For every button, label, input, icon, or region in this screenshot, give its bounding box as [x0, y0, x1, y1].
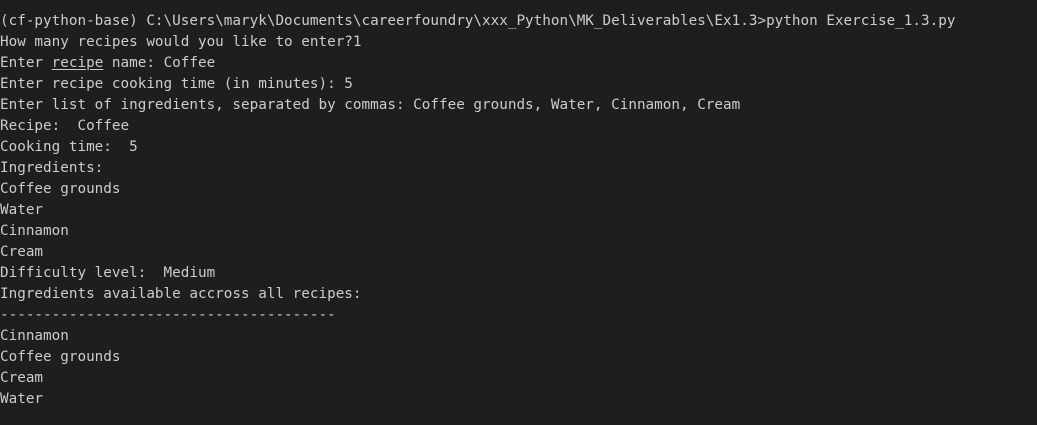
ingredients-header: Ingredients: — [0, 160, 104, 176]
ingredient-item: Cinnamon — [0, 223, 69, 239]
recipe-name-prefix: Enter — [0, 55, 52, 71]
difficulty-output: Difficulty level: Medium — [0, 265, 216, 281]
cooking-time-prompt: Enter recipe cooking time (in minutes): … — [0, 76, 353, 92]
separator-line: --------------------------------------- — [0, 307, 336, 323]
ingredient-item: Water — [0, 202, 44, 218]
all-ingredient-item: Coffee grounds — [0, 349, 121, 365]
cooking-time-output: Cooking time: 5 — [0, 139, 138, 155]
recipe-count-prompt: How many recipes would you like to enter… — [0, 34, 362, 50]
all-ingredients-header: Ingredients available accross all recipe… — [0, 286, 362, 302]
ingredient-item: Coffee grounds — [0, 181, 121, 197]
recipe-name-prompt: Enter recipe name: Coffee — [0, 53, 1037, 74]
all-ingredient-item: Water — [0, 391, 44, 407]
recipe-name-suffix: name: Coffee — [103, 55, 216, 71]
command-prompt-line: (cf-python-base) C:\Users\maryk\Document… — [0, 13, 956, 29]
recipe-underlined-word: recipe — [51, 55, 104, 71]
recipe-output: Recipe: Coffee — [0, 118, 130, 134]
all-ingredient-item: Cream — [0, 370, 44, 386]
ingredient-item: Cream — [0, 244, 44, 260]
terminal-output[interactable]: (cf-python-base) C:\Users\maryk\Document… — [0, 0, 1037, 425]
all-ingredient-item: Cinnamon — [0, 328, 69, 344]
ingredients-prompt: Enter list of ingredients, separated by … — [0, 97, 741, 113]
